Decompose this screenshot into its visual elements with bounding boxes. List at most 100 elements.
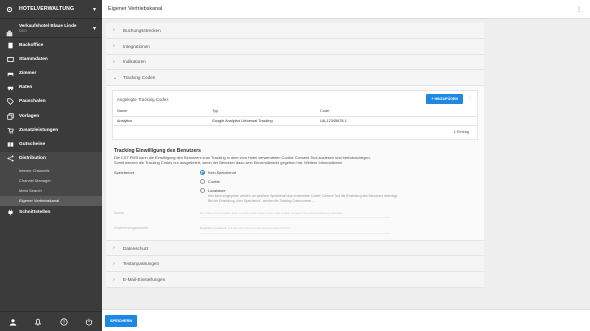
sidebar-item-stammdaten[interactable]: Stammdaten xyxy=(0,52,102,66)
chevron-right-icon: › xyxy=(113,43,115,50)
accordion-label: Tracking Codes xyxy=(123,75,155,81)
chevron-right-icon: › xyxy=(113,260,115,267)
regex-help: , auf das dem Wert im Speicherort überpr… xyxy=(226,226,292,231)
subitem-eigener-vertriebskanal[interactable]: Eigener Vertriebskanal xyxy=(0,195,102,206)
accordion-label: Datenschutz xyxy=(123,245,149,251)
storage-label: Speicherort xyxy=(114,170,134,175)
cell-code: UA-12345678-1 xyxy=(316,116,477,126)
sidebar-item-distribution[interactable]: Distribution xyxy=(0,151,102,166)
share-icon xyxy=(6,155,14,163)
consent-title: Tracking Einwilligung des Benutzers xyxy=(114,147,201,154)
chevron-right-icon: › xyxy=(113,245,115,252)
hotel-selector[interactable]: Verkaufshotel Blaue Linde DEO ▾ xyxy=(0,19,102,38)
subitem-interne-channels[interactable]: Interne Channels xyxy=(0,166,102,176)
column-header-code[interactable]: Code xyxy=(316,107,477,117)
main-content: › Buchungsstrecken › Integrationen › Ind… xyxy=(102,19,590,309)
accordion-tracking-codes[interactable]: ⌄ Tracking Codes xyxy=(106,70,484,87)
hotel-icon xyxy=(6,24,14,37)
bed-icon xyxy=(6,69,14,77)
storage-radio-group: Kein Speicherort Cookie Localstore xyxy=(200,170,398,193)
accordion-textanpassungen[interactable]: › Textanpassungen xyxy=(106,256,484,273)
more-vert-icon[interactable]: ⋮ xyxy=(463,96,477,102)
sidebar-item-zimmer[interactable]: Zimmer xyxy=(0,66,102,80)
settings-panel: › Buchungsstrecken › Integrationen › Ind… xyxy=(106,23,484,289)
radio-localstore[interactable]: Localstore xyxy=(200,188,398,193)
consent-description: Die CST PMS kann die Einwilligung des Be… xyxy=(114,155,476,166)
radio-label: Cookie xyxy=(208,179,220,184)
sidebar-item-label: Pauschalen xyxy=(19,99,46,105)
regex-row: Zustimmungsmuster Regulärer Ausdruck, au… xyxy=(114,226,476,234)
add-tracking-code-button[interactable]: + HINZUFÜGEN xyxy=(426,94,463,105)
car-icon xyxy=(6,84,14,92)
radio-kein-speicherort[interactable]: Kein Speicherort xyxy=(200,170,398,175)
power-icon[interactable] xyxy=(85,318,93,326)
radio-unchecked-icon xyxy=(200,188,205,193)
user-icon[interactable] xyxy=(9,318,17,326)
save-button[interactable]: SPEICHERN xyxy=(105,314,138,327)
sidebar-item-schnittstellen[interactable]: Schnittstellen xyxy=(0,206,102,220)
sidebar-item-vorlagen[interactable]: Vorlagen xyxy=(0,109,102,123)
bottom-bar: SPEICHERN xyxy=(102,309,590,331)
table-footer-count: 1 Eintrag xyxy=(453,129,469,134)
column-header-name[interactable]: Name xyxy=(113,107,208,117)
radio-label: Localstore xyxy=(208,188,226,193)
radio-cookie[interactable]: Cookie xyxy=(200,179,398,184)
accordion-label: E-Mail-Einstellungen xyxy=(123,277,166,283)
table-row[interactable]: Analytics Google Analytics Universal Tra… xyxy=(113,116,477,126)
accordion-label: Textanpassungen xyxy=(123,261,160,267)
sidebar: HOTELVERWALTUNG ▾ Verkaufshotel Blaue Li… xyxy=(0,0,102,331)
tracking-codes-table: Name Typ Code Analytics Google Analytics… xyxy=(113,107,477,126)
building-icon xyxy=(6,41,14,49)
chevron-right-icon: › xyxy=(113,276,115,283)
database-icon xyxy=(6,55,14,63)
consent-section: Tracking Einwilligung des Benutzers Die … xyxy=(112,140,478,234)
regex-link[interactable]: Regulärer Ausdruck xyxy=(200,226,226,230)
name-help: Der Name des Cookies bzw. Localstore-Ein… xyxy=(200,211,344,216)
tracking-codes-card: Angelegte Tracking Codes + HINZUFÜGEN ⋮ … xyxy=(112,90,478,140)
sidebar-item-raten[interactable]: Raten xyxy=(0,81,102,95)
storage-help-text: Hier kann eingegeben werden, an welchem … xyxy=(208,194,398,203)
bell-icon[interactable] xyxy=(34,318,42,326)
accordion-datenschutz[interactable]: › Datenschutz xyxy=(106,240,484,257)
gear-icon xyxy=(6,5,14,13)
sidebar-item-zusatzleistungen[interactable]: Zusatzleistungen xyxy=(0,123,102,137)
help-icon[interactable]: ? xyxy=(60,317,68,326)
chevron-down-icon: ▾ xyxy=(92,25,96,32)
chevron-right-icon: › xyxy=(113,27,115,34)
consent-description-line-1: Die CST PMS kann die Einwilligung des Be… xyxy=(114,154,371,160)
accordion-label: Integrationen xyxy=(123,43,150,49)
accordion-indikatoren[interactable]: › Indikatoren xyxy=(106,54,484,71)
radio-label: Kein Speicherort xyxy=(208,170,237,175)
voucher-icon xyxy=(6,140,14,148)
sidebar-item-label: Schnittstellen xyxy=(19,210,51,216)
subitem-meta-search[interactable]: Meta Search xyxy=(0,186,102,196)
plug-icon xyxy=(6,209,14,217)
tracking-codes-header: Angelegte Tracking Codes + HINZUFÜGEN ⋮ xyxy=(113,91,477,107)
sidebar-item-pauschalen[interactable]: Pauschalen xyxy=(0,95,102,109)
svg-text:?: ? xyxy=(63,319,66,324)
chevron-down-icon: ⌄ xyxy=(113,74,118,81)
name-field[interactable]: Der Name des Cookies bzw. Localstore-Ein… xyxy=(200,211,390,219)
accordion-integrationen[interactable]: › Integrationen xyxy=(106,38,484,55)
accordion-email-einstellungen[interactable]: › E-Mail-Einstellungen xyxy=(106,272,484,289)
radio-unchecked-icon xyxy=(200,179,205,184)
accordion-label: Buchungsstrecken xyxy=(123,27,161,33)
hotel-code: DEO xyxy=(19,29,27,33)
sidebar-footer: ? xyxy=(0,311,102,331)
sidebar-item-backoffice[interactable]: Backoffice xyxy=(0,38,102,52)
tracking-codes-content: Angelegte Tracking Codes + HINZUFÜGEN ⋮ … xyxy=(106,86,484,241)
sidebar-item-gutscheine[interactable]: Gutscheine xyxy=(0,137,102,151)
hotel-name: Verkaufshotel Blaue Linde xyxy=(19,23,77,28)
radio-checked-icon xyxy=(200,170,205,175)
sidebar-item-label: Vorlagen xyxy=(19,113,40,119)
regex-field[interactable]: Regulärer Ausdruck, auf das dem Wert im … xyxy=(200,226,390,234)
accordion-buchungsstrecken[interactable]: › Buchungsstrecken xyxy=(106,23,484,39)
subitem-channel-manager[interactable]: Channel Manager xyxy=(0,176,102,186)
column-header-typ[interactable]: Typ xyxy=(208,107,316,117)
tag-icon xyxy=(6,98,14,106)
sidebar-item-label: Distribution xyxy=(19,156,46,162)
sidebar-header[interactable]: HOTELVERWALTUNG ▾ xyxy=(0,0,102,19)
regex-label: Zustimmungsmuster xyxy=(114,226,149,231)
more-vert-icon[interactable]: ⋮ xyxy=(576,6,582,13)
sidebar-item-label: Stammdaten xyxy=(19,56,48,62)
